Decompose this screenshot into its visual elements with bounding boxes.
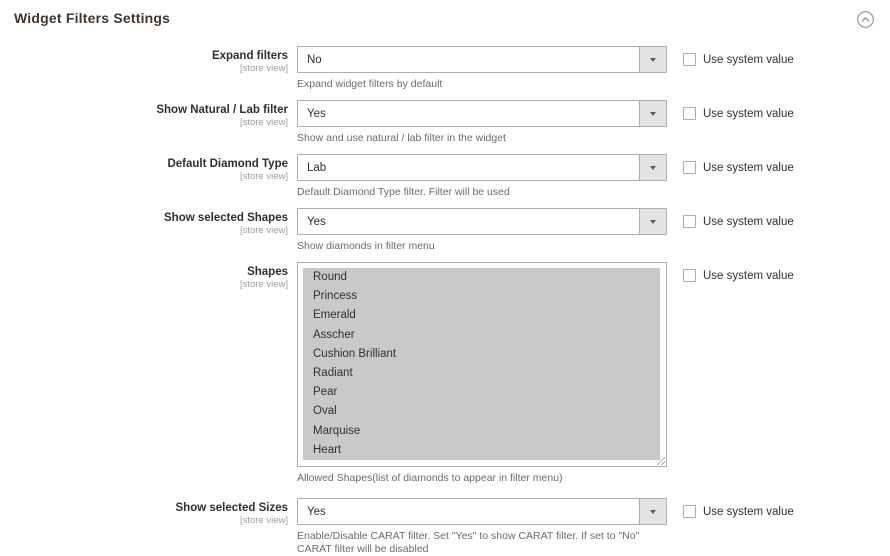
field-scope: [store view] (0, 171, 288, 183)
use-system-value-label: Use system value (703, 53, 794, 67)
use-system-value: Use system value (683, 154, 890, 175)
chevron-up-circle-icon (857, 11, 874, 28)
page-title: Widget Filters Settings (14, 8, 170, 28)
field-scope: [store view] (0, 279, 288, 291)
field-note: Default Diamond Type filter. Filter will… (297, 186, 667, 199)
field-row-shapes: Shapes [store view] Round Princess Emera… (0, 262, 890, 485)
shapes-multiselect[interactable]: Round Princess Emerald Asscher Cushion B… (297, 262, 667, 467)
field-label: Expand filters (0, 50, 288, 63)
use-system-value: Use system value (683, 208, 890, 229)
use-system-value: Use system value (683, 262, 890, 283)
use-system-value-checkbox[interactable] (683, 269, 696, 282)
shapes-option-heart[interactable]: Heart (303, 441, 660, 460)
field-scope: [store view] (0, 225, 288, 237)
label-col: Show selected Sizes [store view] (0, 498, 297, 527)
settings-form: Expand filters [store view] No Expand wi… (0, 46, 890, 556)
use-system-value-label: Use system value (703, 107, 794, 121)
label-col: Show selected Shapes [store view] (0, 208, 297, 237)
use-system-value-checkbox[interactable] (683, 53, 696, 66)
shapes-option-radiant[interactable]: Radiant (303, 364, 660, 383)
chevron-down-icon (639, 209, 666, 234)
value-col: Yes Show diamonds in filter menu (297, 208, 667, 253)
use-system-value: Use system value (683, 46, 890, 67)
chevron-down-icon (639, 101, 666, 126)
shapes-option-princess[interactable]: Princess (303, 287, 660, 306)
value-col: Yes Show and use natural / lab filter in… (297, 100, 667, 145)
field-scope: [store view] (0, 63, 288, 75)
collapse-section-button[interactable] (856, 10, 874, 28)
select-value: Yes (298, 216, 326, 228)
label-col: Show Natural / Lab filter [store view] (0, 100, 297, 129)
show-selected-sizes-select[interactable]: Yes (297, 498, 667, 525)
field-row-natural-lab-filter: Show Natural / Lab filter [store view] Y… (0, 100, 890, 145)
field-note: Show diamonds in filter menu (297, 240, 667, 253)
field-label: Show selected Shapes (0, 212, 288, 225)
value-col: Round Princess Emerald Asscher Cushion B… (297, 262, 667, 485)
use-system-value-checkbox[interactable] (683, 107, 696, 120)
shapes-option-round[interactable]: Round (303, 268, 660, 287)
use-system-value-label: Use system value (703, 161, 794, 175)
value-col: No Expand widget filters by default (297, 46, 667, 91)
field-row-show-selected-shapes: Show selected Shapes [store view] Yes Sh… (0, 208, 890, 253)
chevron-down-icon (639, 155, 666, 180)
label-col: Shapes [store view] (0, 262, 297, 291)
field-row-default-diamond-type: Default Diamond Type [store view] Lab De… (0, 154, 890, 199)
widget-filters-settings-panel: Widget Filters Settings Expand filters [… (0, 0, 890, 556)
value-col: Lab Default Diamond Type filter. Filter … (297, 154, 667, 199)
panel-header: Widget Filters Settings (0, 0, 890, 28)
show-selected-shapes-select[interactable]: Yes (297, 208, 667, 235)
field-note: Allowed Shapes(list of diamonds to appea… (297, 472, 667, 485)
shapes-option-asscher[interactable]: Asscher (303, 326, 660, 345)
field-row-show-selected-sizes: Show selected Sizes [store view] Yes Ena… (0, 498, 890, 556)
default-diamond-type-select[interactable]: Lab (297, 154, 667, 181)
field-scope: [store view] (0, 117, 288, 129)
chevron-down-icon (639, 499, 666, 524)
field-scope: [store view] (0, 515, 288, 527)
field-row-expand-filters: Expand filters [store view] No Expand wi… (0, 46, 890, 91)
shapes-option-cushion-brilliant[interactable]: Cushion Brilliant (303, 345, 660, 364)
select-value: Lab (298, 162, 326, 174)
label-col: Expand filters [store view] (0, 46, 297, 75)
use-system-value-checkbox[interactable] (683, 161, 696, 174)
field-note: Expand widget filters by default (297, 78, 667, 91)
use-system-value-checkbox[interactable] (683, 215, 696, 228)
natural-lab-filter-select[interactable]: Yes (297, 100, 667, 127)
field-label: Default Diamond Type (0, 158, 288, 171)
shapes-option-marquise[interactable]: Marquise (303, 422, 660, 441)
select-value: Yes (298, 108, 326, 120)
value-col: Yes Enable/Disable CARAT filter. Set "Ye… (297, 498, 667, 556)
field-label: Shapes (0, 266, 288, 279)
field-note: Enable/Disable CARAT filter. Set "Yes" t… (297, 530, 667, 556)
use-system-value-label: Use system value (703, 505, 794, 519)
label-col: Default Diamond Type [store view] (0, 154, 297, 183)
use-system-value-checkbox[interactable] (683, 505, 696, 518)
use-system-value-label: Use system value (703, 269, 794, 283)
field-label: Show selected Sizes (0, 502, 288, 515)
field-label: Show Natural / Lab filter (0, 104, 288, 117)
use-system-value-label: Use system value (703, 215, 794, 229)
shapes-option-emerald[interactable]: Emerald (303, 306, 660, 325)
use-system-value: Use system value (683, 100, 890, 121)
expand-filters-select[interactable]: No (297, 46, 667, 73)
shapes-option-oval[interactable]: Oval (303, 402, 660, 421)
shapes-option-pear[interactable]: Pear (303, 383, 660, 402)
field-note: Show and use natural / lab filter in the… (297, 132, 667, 145)
use-system-value: Use system value (683, 498, 890, 519)
select-value: Yes (298, 506, 326, 518)
select-value: No (298, 54, 322, 66)
chevron-down-icon (639, 47, 666, 72)
